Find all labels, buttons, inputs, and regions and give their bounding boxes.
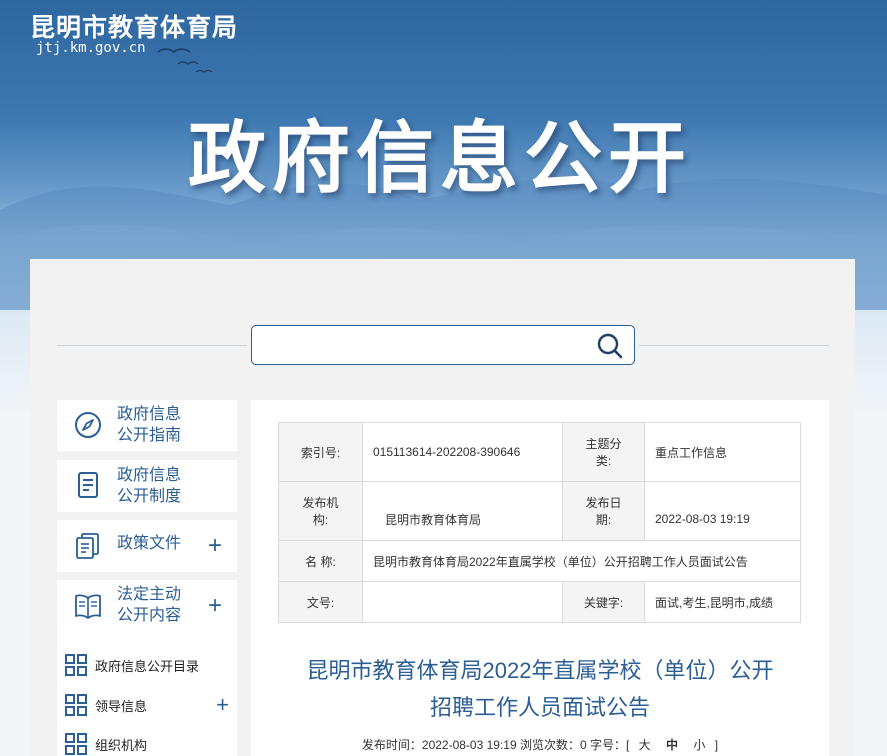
publish-info-suffix: ] <box>714 738 719 752</box>
meta-value-name: 昆明市教育体育局2022年直属学校（单位）公开招聘工作人员面试公告 <box>362 540 801 582</box>
article-info: 发布时间：2022-08-03 19:19 浏览次数：0 字号：[ 大 中 小 … <box>251 736 829 753</box>
banner-title: 政府信息公开 <box>188 114 693 204</box>
sidebar-item-policy-files[interactable]: 政策文件 + <box>57 520 237 572</box>
site-name[interactable]: 昆明市教育体育局 <box>30 8 238 44</box>
sidebar-sub-list: 政府信息公开目录 领导信息 + 组织机构 <box>57 631 237 756</box>
compass-icon <box>75 412 101 438</box>
site-domain: jtj.km.gov.cn <box>36 40 146 56</box>
birds-decoration <box>157 48 213 73</box>
search-divider-right <box>639 345 829 346</box>
sidebar-item-statutory-content[interactable]: 法定主动 公开内容 + <box>57 580 237 631</box>
book-icon <box>75 594 101 619</box>
font-size-medium-button[interactable]: 中 <box>660 738 684 752</box>
grid-icon <box>65 654 87 676</box>
expand-plus-icon[interactable]: + <box>208 594 222 618</box>
meta-value-docno <box>362 581 563 623</box>
publish-info: 发布时间：2022-08-03 19:19 浏览次数：0 字号：[ <box>361 738 630 752</box>
files-icon <box>76 533 99 559</box>
grid-icon <box>65 733 87 755</box>
sidebar-subitem-organization[interactable]: 组织机构 <box>65 732 235 756</box>
sidebar-subitem-leaders[interactable]: 领导信息 + <box>65 692 235 718</box>
search-icon[interactable] <box>596 332 624 360</box>
font-size-large-button[interactable]: 大 <box>633 738 657 752</box>
meta-value-date: 2022-08-03 19:19 <box>644 481 801 541</box>
sidebar-item-disclosure-system[interactable]: 政府信息 公开制度 <box>57 460 237 512</box>
meta-value-keywords: 面试,考生,昆明市,成绩 <box>644 581 801 623</box>
sidebar-subitem-label: 组织机构 <box>95 737 148 753</box>
search-input[interactable] <box>262 332 582 358</box>
meta-value-topic: 重点工作信息 <box>644 422 801 482</box>
sidebar-subitem-label: 领导信息 <box>95 698 148 714</box>
meta-label-name: 名 称: <box>278 540 363 582</box>
search-box <box>251 325 635 365</box>
main-panel: 政府信息 公开指南 政府信息 公开制度 政策文件 + 法定主动 公开内容 + 政… <box>30 259 855 756</box>
meta-value-index: 015113614-202208-390646 <box>362 422 563 482</box>
meta-label-date: 发布日 期: <box>562 481 645 541</box>
meta-label-keywords: 关键字: <box>562 581 645 623</box>
document-icon <box>78 472 98 498</box>
expand-plus-icon[interactable]: + <box>208 534 222 558</box>
meta-label-publisher: 发布机 构: <box>278 481 363 541</box>
sidebar-item-label: 政策文件 <box>117 535 182 552</box>
meta-label-index: 索引号: <box>278 422 363 482</box>
meta-label-topic: 主题分 类: <box>562 422 645 482</box>
sidebar-subitem-catalog[interactable]: 政府信息公开目录 <box>65 653 235 677</box>
meta-value-publisher: 昆明市教育体育局 <box>362 481 563 541</box>
search-divider-left <box>57 345 247 346</box>
meta-label-docno: 文号: <box>278 581 363 623</box>
sidebar-item-label: 法定主动 公开内容 <box>117 586 182 624</box>
grid-icon <box>65 694 87 716</box>
font-size-small-button[interactable]: 小 <box>687 738 711 752</box>
sidebar-item-disclosure-guide[interactable]: 政府信息 公开指南 <box>57 400 237 451</box>
article-title: 昆明市教育体育局2022年直属学校（单位）公开 招聘工作人员面试公告 <box>306 658 774 720</box>
article-content: 索引号: 015113614-202208-390646 主题分 类: 重点工作信… <box>251 400 829 756</box>
metadata-table: 索引号: 015113614-202208-390646 主题分 类: 重点工作信… <box>278 422 801 623</box>
expand-plus-icon[interactable]: + <box>216 692 229 718</box>
sidebar-item-label: 政府信息 公开指南 <box>117 406 182 444</box>
sidebar-item-label: 政府信息 公开制度 <box>117 467 182 505</box>
sidebar-subitem-label: 政府信息公开目录 <box>95 658 200 674</box>
